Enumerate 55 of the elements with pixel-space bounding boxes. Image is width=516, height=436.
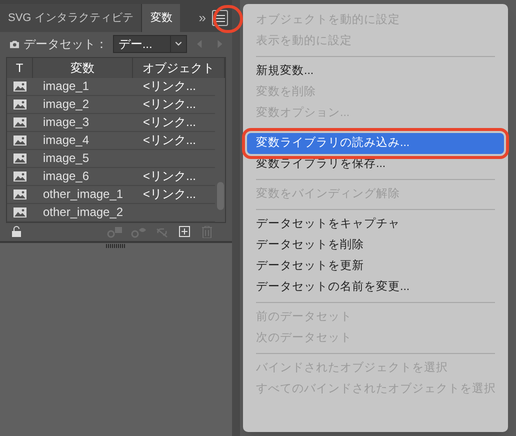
variable-row[interactable]: image_5 [7,150,215,168]
image-icon [13,188,27,200]
variable-row[interactable]: other_image_1 <リンク... [7,186,215,204]
column-header[interactable]: T [7,58,33,78]
variable-name: image_2 [42,96,90,114]
variable-row[interactable]: image_3 <リンク... [7,114,215,132]
variable-name: other_image_1 [42,186,124,204]
variable-row[interactable]: image_2 <リンク... [7,96,215,114]
variable-row[interactable]: other_image_2 [7,204,215,222]
panel-tab[interactable]: SVG インタラクティビテ [0,4,142,32]
object-name: <リンク... [142,96,196,114]
variable-name: image_6 [42,168,90,186]
image-icon [13,152,27,164]
next-arrow-icon[interactable] [216,38,222,50]
variable-row[interactable]: image_1 <リンク... [7,78,215,96]
dataset-label: データセット： [23,36,108,54]
image-icon [13,170,27,182]
gear-object-icon[interactable] [107,226,123,238]
object-name: <リンク... [142,186,196,204]
image-icon [13,206,27,218]
object-name: <リンク... [142,78,196,96]
panel-menu-button[interactable] [212,10,228,26]
panel-tab[interactable]: 変数 [142,4,180,32]
object-name: <リンク... [142,132,196,150]
object-name: <リンク... [142,114,196,132]
resize-grip[interactable] [106,244,126,248]
unlink-icon[interactable] [155,226,169,238]
previous-arrow-icon[interactable] [197,38,203,50]
menu-item[interactable]: データセットを更新 [256,256,495,277]
image-icon [13,80,27,92]
object-name: <リンク... [142,168,196,186]
camera-icon [10,38,20,50]
menu-item[interactable]: データセットを削除 [256,235,495,256]
menu-item[interactable]: 新規変数... [256,61,495,82]
variable-name: image_4 [42,132,90,150]
variable-row[interactable]: image_6 <リンク... [7,168,215,186]
trash-icon[interactable] [202,226,212,238]
menu-item[interactable]: データセットの名前を変更... [256,277,495,298]
menu-item[interactable]: 変数ライブラリの読み込み... [247,133,504,154]
variable-name: image_5 [42,150,90,168]
gear-eye-icon[interactable] [131,226,147,238]
overflow-chevron[interactable]: » [198,4,206,32]
variable-name: other_image_2 [42,204,124,222]
dataset-dropdown[interactable]: デー... [113,35,188,54]
column-header[interactable]: 変数 [33,58,133,78]
image-icon [13,116,27,128]
lock-icon[interactable] [12,226,21,238]
image-icon [13,98,27,110]
image-icon [13,134,27,146]
variable-row[interactable]: image_4 <リンク... [7,132,215,150]
variable-name: image_1 [42,78,90,96]
variable-name: image_3 [42,114,90,132]
add-icon[interactable] [179,226,190,238]
column-header[interactable]: オブジェクト [133,58,225,78]
menu-item[interactable]: データセットをキャプチャ [256,214,495,235]
